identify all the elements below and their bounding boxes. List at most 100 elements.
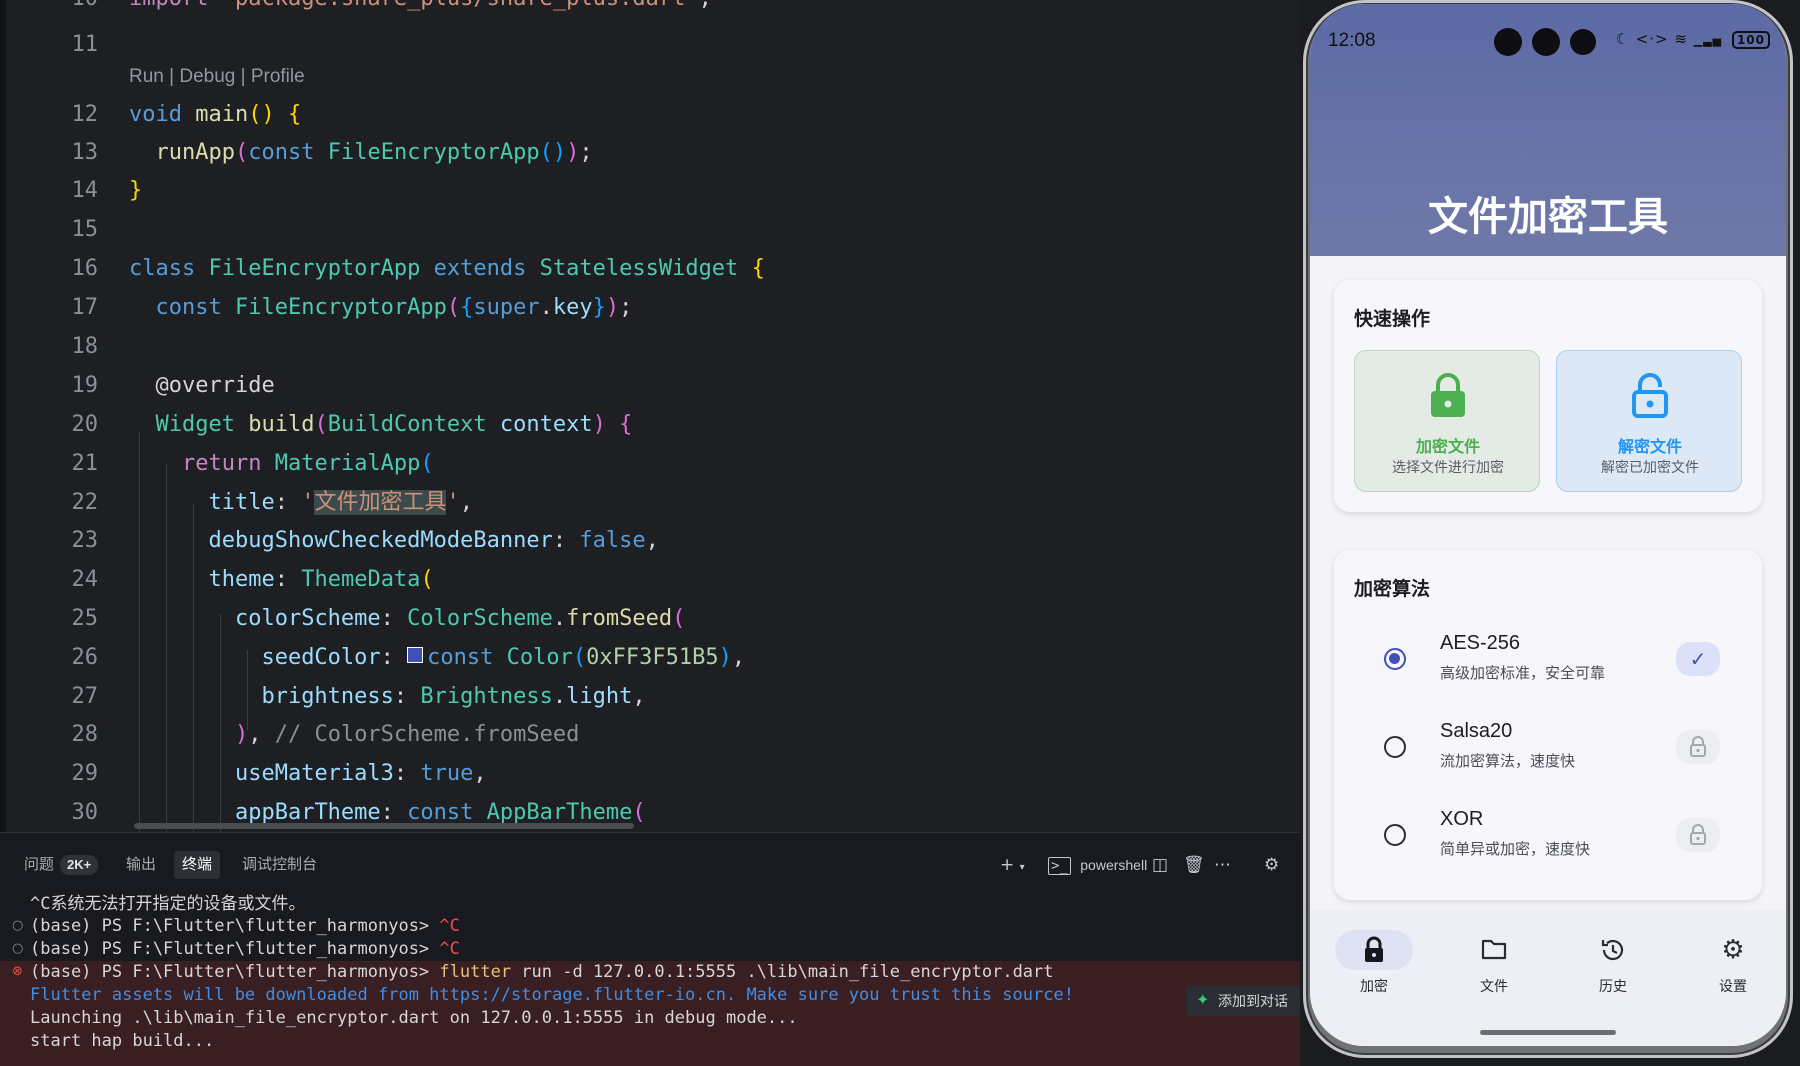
quick-actions-title: 快速操作 — [1354, 308, 1431, 330]
line-number: 28 — [71, 722, 99, 747]
camera-cutout-icon — [1532, 28, 1560, 56]
command-error-icon: ⊗ — [12, 964, 23, 979]
code-line[interactable]: 15 — [6, 211, 1300, 249]
panel-settings-icon[interactable]: ⚙ — [1264, 853, 1279, 877]
code-editor[interactable]: Run | Debug | Profile 10 import 'package:… — [0, 0, 1300, 832]
tab-problems[interactable]: 问题 2K+ — [16, 851, 106, 879]
code-text[interactable]: import 'package:share_plus/share_plus.da… — [129, 0, 712, 18]
algorithm-description: 简单异或加密，速度快 — [1440, 840, 1591, 858]
code-area[interactable]: Run | Debug | Profile 10 import 'package:… — [6, 0, 1300, 832]
decrypt-file-button[interactable]: 解密文件 解密已加密文件 — [1556, 350, 1742, 492]
horizontal-scrollbar[interactable] — [134, 823, 634, 829]
code-line[interactable]: 29 useMaterial3: true, — [6, 755, 1300, 793]
data-transfer-icon: <·> — [1635, 30, 1669, 48]
code-text[interactable]: } — [129, 172, 142, 210]
terminal-line: Flutter assets will be downloaded from h… — [30, 985, 1074, 1005]
trash-icon[interactable]: 🗑 — [1183, 853, 1205, 877]
code-text[interactable]: ), // ColorScheme.fromSeed — [129, 716, 579, 754]
code-text[interactable]: Widget build(BuildContext context) { — [129, 406, 633, 444]
line-number: 11 — [71, 32, 99, 57]
line-number: 15 — [71, 217, 99, 242]
algorithm-option-aes256[interactable]: AES-256 高级加密标准，安全可靠 ✓ — [1334, 620, 1762, 700]
nav-label: 加密 — [1360, 979, 1388, 995]
line-number: 22 — [71, 490, 99, 515]
terminal-line: (base) PS F:\Flutter\flutter_harmonyos> … — [30, 939, 460, 959]
nav-item-settings[interactable]: ⚙ 设置 — [1693, 930, 1773, 996]
codelens-run-debug-profile[interactable]: Run | Debug | Profile — [129, 66, 305, 88]
encrypt-file-button[interactable]: 加密文件 选择文件进行加密 — [1354, 350, 1540, 492]
code-line[interactable]: 28 ), // ColorScheme.fromSeed — [6, 716, 1300, 754]
line-number: 17 — [71, 295, 99, 320]
code-line[interactable]: 23 debugShowCheckedModeBanner: false, — [6, 522, 1300, 560]
line-number: 27 — [71, 684, 99, 709]
split-terminal-icon[interactable]: ◫ — [1152, 853, 1168, 877]
line-number: 16 — [71, 256, 99, 281]
code-line[interactable]: 13 runApp(const FileEncryptorApp()); — [6, 134, 1300, 172]
settings-icon: ⚙ — [1721, 935, 1745, 965]
code-text[interactable]: seedColor: const Color(0xFF3F51B5), — [129, 639, 745, 677]
tab-output[interactable]: 输出 — [118, 851, 164, 879]
nav-item-encrypt[interactable]: 加密 — [1334, 930, 1414, 996]
more-actions-icon[interactable]: ⋯ — [1214, 853, 1231, 877]
algorithm-title: 加密算法 — [1354, 578, 1431, 600]
terminal-shell-selector[interactable]: >_ powershell — [1048, 853, 1147, 878]
terminal-output[interactable]: ^C系统无法打开指定的设备或文件。 ○ (base) PS F:\Flutter… — [0, 893, 1306, 1066]
code-line[interactable]: 10 import 'package:share_plus/share_plus.… — [6, 0, 1300, 18]
code-line[interactable]: 14} — [6, 172, 1300, 210]
command-status-icon: ○ — [12, 918, 24, 933]
code-line[interactable]: 25 colorScheme: ColorScheme.fromSeed( — [6, 600, 1300, 638]
code-line[interactable]: 24 theme: ThemeData( — [6, 561, 1300, 599]
code-line[interactable]: 27 brightness: Brightness.light, — [6, 678, 1300, 716]
code-line[interactable]: 26 seedColor: const Color(0xFF3F51B5), — [6, 639, 1300, 677]
code-line[interactable]: 11 — [6, 26, 1300, 64]
code-text[interactable]: colorScheme: ColorScheme.fromSeed( — [129, 600, 685, 638]
radio-button-selected[interactable] — [1384, 648, 1406, 670]
code-text[interactable]: @override — [129, 367, 274, 405]
line-number: 18 — [71, 334, 99, 359]
radio-button[interactable] — [1384, 736, 1406, 758]
radio-button[interactable] — [1384, 824, 1406, 846]
decrypt-file-label: 解密文件 — [1617, 437, 1682, 456]
code-text[interactable]: theme: ThemeData( — [129, 561, 433, 599]
code-line[interactable]: 19 @override — [6, 367, 1300, 405]
terminal-command-line: (base) PS F:\Flutter\flutter_harmonyos> … — [30, 962, 1054, 982]
nav-item-files[interactable]: 文件 — [1454, 930, 1534, 996]
code-text[interactable]: class FileEncryptorApp extends Stateless… — [129, 250, 765, 288]
code-line[interactable]: 17 const FileEncryptorApp({super.key}); — [6, 289, 1300, 327]
line-number: 13 — [71, 140, 99, 165]
code-line[interactable]: 12 void main() { — [6, 96, 1300, 134]
code-line[interactable]: 22 title: '文件加密工具', — [6, 484, 1300, 522]
check-icon: ✓ — [1676, 642, 1720, 676]
code-text[interactable]: debugShowCheckedModeBanner: false, — [129, 522, 658, 560]
code-line[interactable]: 18 — [6, 328, 1300, 366]
algorithm-option-xor[interactable]: XOR 简单异或加密，速度快 — [1334, 796, 1762, 876]
code-text[interactable]: title: '文件加密工具', — [129, 484, 473, 522]
code-text[interactable]: const FileEncryptorApp({super.key}); — [129, 289, 633, 327]
code-line[interactable]: 21 return MaterialApp( — [6, 445, 1300, 483]
line-number: 20 — [71, 412, 99, 437]
nav-label: 历史 — [1599, 979, 1627, 995]
status-time: 12:08 — [1328, 30, 1376, 51]
code-line[interactable]: 16 class FileEncryptorApp extends Statele… — [6, 250, 1300, 288]
code-text[interactable]: brightness: Brightness.light, — [129, 678, 645, 716]
tab-debug-console[interactable]: 调试控制台 — [234, 851, 325, 879]
code-text[interactable]: void main() { — [129, 96, 301, 134]
code-line[interactable]: 20 Widget build(BuildContext context) { — [6, 406, 1300, 444]
sparkle-icon: ✦ — [1196, 992, 1210, 1009]
algorithm-description: 流加密算法，速度快 — [1440, 752, 1576, 770]
line-number: 14 — [71, 178, 99, 203]
line-number: 30 — [71, 800, 99, 825]
home-indicator[interactable] — [1480, 1030, 1616, 1035]
algorithm-option-salsa20[interactable]: Salsa20 流加密算法，速度快 — [1334, 708, 1762, 788]
phone-screen[interactable]: 12:08 ☾ <·> ≋ ▁▃▅ 100 文件加密工具 快速操作 加密文件 选… — [1310, 4, 1786, 1046]
add-to-chat-button[interactable]: ✦ 添加到对话 — [1186, 986, 1306, 1016]
line-number: 29 — [71, 761, 99, 786]
code-text[interactable]: useMaterial3: true, — [129, 755, 487, 793]
encrypt-file-label: 加密文件 — [1415, 437, 1480, 456]
code-text[interactable]: return MaterialApp( — [129, 445, 434, 483]
new-terminal-icon[interactable]: + ▾ — [1000, 853, 1025, 880]
wifi-icon: ≋ — [1674, 30, 1688, 48]
code-text[interactable]: runApp(const FileEncryptorApp()); — [129, 134, 593, 172]
tab-terminal[interactable]: 终端 — [174, 851, 221, 879]
nav-item-history[interactable]: 历史 — [1573, 930, 1653, 996]
